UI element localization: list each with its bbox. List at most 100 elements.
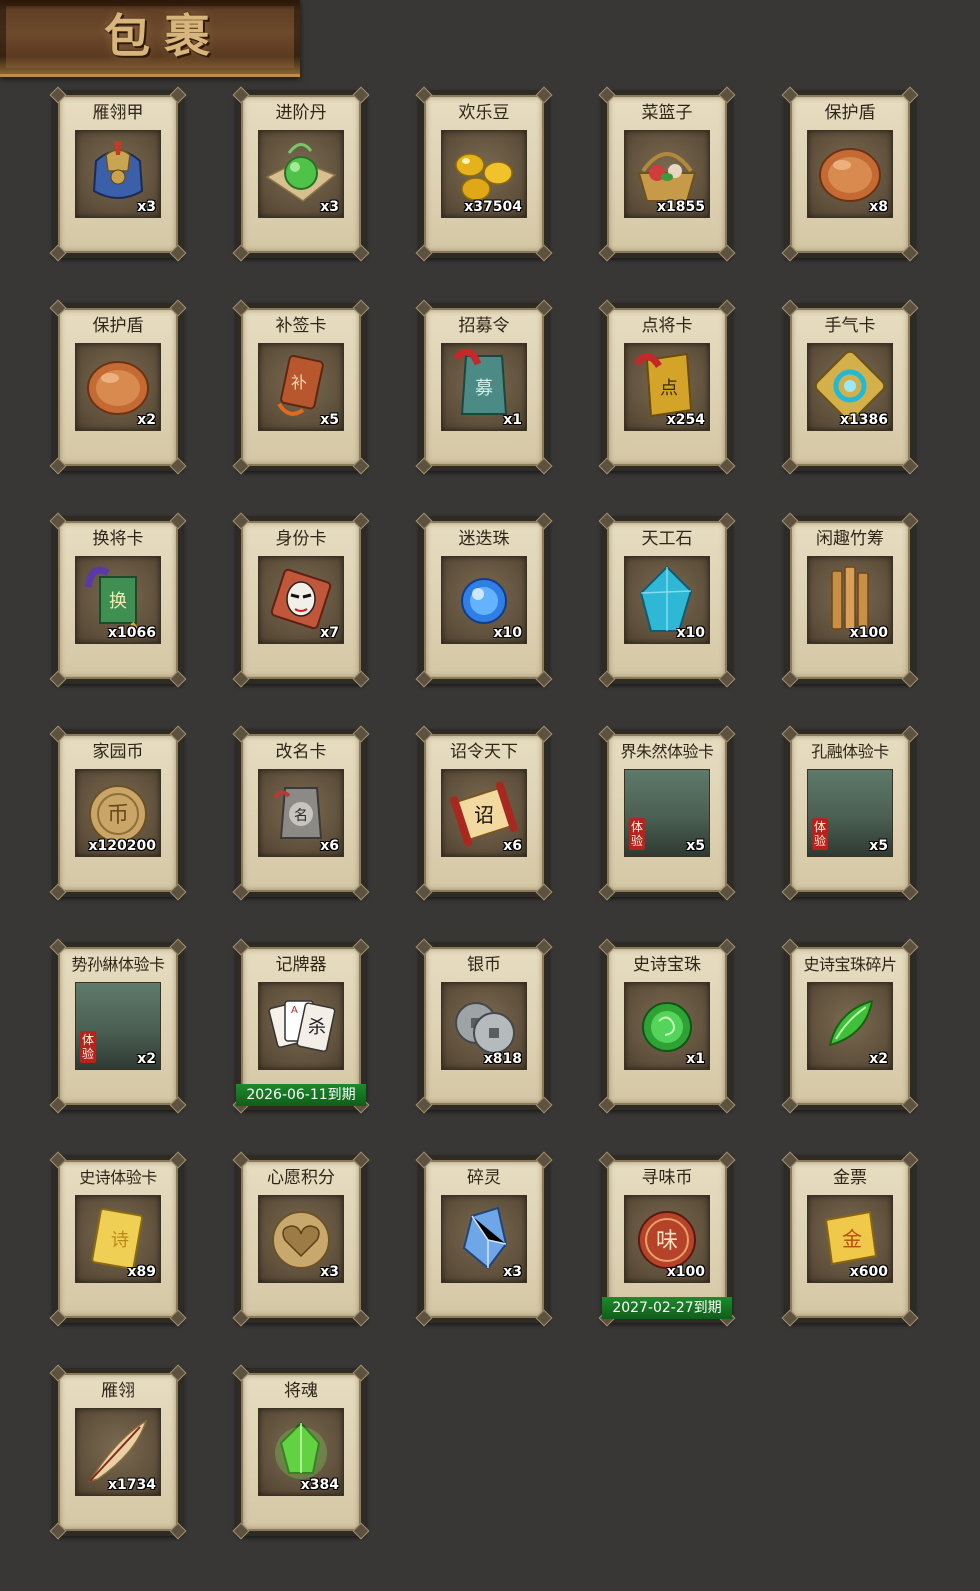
item-name: 将魂 bbox=[284, 1381, 318, 1401]
inventory-item-card[interactable]: 欢乐豆 x37504 bbox=[415, 86, 553, 262]
inventory-item-card[interactable]: 寻味币味 x100 2027-02-27到期 bbox=[598, 1151, 736, 1327]
svg-text:点: 点 bbox=[660, 378, 678, 399]
item-icon-frame: 体验 x5 bbox=[807, 769, 893, 857]
item-name: 诏令天下 bbox=[450, 742, 518, 762]
item-name: 改名卡 bbox=[275, 742, 327, 762]
item-quantity: x254 bbox=[666, 412, 705, 428]
item-quantity: x1066 bbox=[108, 625, 156, 641]
item-quantity: x100 bbox=[666, 1264, 705, 1280]
inventory-item-card[interactable]: 势孙綝体验卡体验 x2 bbox=[49, 938, 187, 1114]
item-quantity: x3 bbox=[320, 199, 339, 215]
inventory-item-card[interactable]: 界朱然体验卡 体验 x5 bbox=[598, 725, 736, 901]
item-icon-frame: x8 bbox=[807, 130, 893, 218]
trial-badge: 体验 bbox=[80, 1031, 96, 1063]
trial-badge: 体验 bbox=[812, 818, 828, 850]
item-quantity: x6 bbox=[320, 838, 339, 854]
item-quantity: x5 bbox=[686, 838, 705, 854]
item-icon-frame: 点 x254 bbox=[624, 343, 710, 431]
item-quantity: x384 bbox=[300, 1477, 339, 1493]
item-icon-frame: x1855 bbox=[624, 130, 710, 218]
item-name: 欢乐豆 bbox=[458, 103, 510, 123]
inventory-item-card[interactable]: 将魂 x384 bbox=[232, 1364, 370, 1540]
item-icon-frame: x1 bbox=[624, 982, 710, 1070]
inventory-item-card[interactable]: 进阶丹 x3 bbox=[232, 86, 370, 262]
item-quantity: x5 bbox=[869, 838, 888, 854]
inventory-item-card[interactable]: 保护盾 x2 bbox=[49, 299, 187, 475]
item-icon-frame: x1734 bbox=[75, 1408, 161, 1496]
svg-text:诗: 诗 bbox=[111, 1230, 129, 1251]
inventory-item-card[interactable]: 换将卡换 x1066 bbox=[49, 512, 187, 688]
item-name: 迷迭珠 bbox=[458, 529, 510, 549]
inventory-item-card[interactable]: 碎灵 x3 bbox=[415, 1151, 553, 1327]
svg-text:名: 名 bbox=[294, 808, 308, 824]
inventory-item-card[interactable]: 诏令天下诏 x6 bbox=[415, 725, 553, 901]
inventory-item-card[interactable]: 家园币币 x120200 bbox=[49, 725, 187, 901]
inventory-item-card[interactable]: 迷迭珠 x10 bbox=[415, 512, 553, 688]
inventory-item-card[interactable]: 孔融体验卡体验 x5 bbox=[781, 725, 919, 901]
page-title: 包裹 bbox=[104, 9, 224, 63]
item-quantity: x7 bbox=[320, 625, 339, 641]
inventory-item-card[interactable]: 点将卡点 x254 bbox=[598, 299, 736, 475]
svg-text:募: 募 bbox=[475, 378, 493, 399]
inventory-item-card[interactable]: 史诗宝珠 x1 bbox=[598, 938, 736, 1114]
item-icon-frame: x100 bbox=[807, 556, 893, 644]
item-quantity: x2 bbox=[137, 412, 156, 428]
svg-text:味: 味 bbox=[656, 1229, 678, 1254]
item-name: 心愿积分 bbox=[267, 1168, 335, 1188]
item-icon-frame: x10 bbox=[441, 556, 527, 644]
expiry-banner: 2026-06-11到期 bbox=[236, 1084, 366, 1106]
item-quantity: x3 bbox=[503, 1264, 522, 1280]
item-icon-frame: x3 bbox=[75, 130, 161, 218]
item-icon-frame: 补 x5 bbox=[258, 343, 344, 431]
inventory-item-card[interactable]: 菜篮子 x1855 bbox=[598, 86, 736, 262]
item-quantity: x10 bbox=[676, 625, 705, 641]
inventory-item-card[interactable]: 银币 x818 bbox=[415, 938, 553, 1114]
svg-text:杀: 杀 bbox=[308, 1017, 326, 1038]
svg-text:A: A bbox=[291, 1005, 298, 1016]
inventory-item-card[interactable]: 保护盾 x8 bbox=[781, 86, 919, 262]
inventory-item-card[interactable]: 身份卡 x7 bbox=[232, 512, 370, 688]
svg-text:补: 补 bbox=[291, 373, 307, 392]
inventory-item-card[interactable]: 金票金 x600 bbox=[781, 1151, 919, 1327]
item-name: 天工石 bbox=[641, 529, 693, 549]
item-quantity: x2 bbox=[137, 1051, 156, 1067]
item-quantity: x6 bbox=[503, 838, 522, 854]
item-quantity: x818 bbox=[483, 1051, 522, 1067]
inventory-item-card[interactable]: 史诗宝珠碎片 x2 bbox=[781, 938, 919, 1114]
inventory-item-card[interactable]: 补签卡补 x5 bbox=[232, 299, 370, 475]
item-name: 史诗宝珠 bbox=[633, 955, 701, 975]
inventory-item-card[interactable]: 记牌器杀 A 2026-06-11到期 bbox=[232, 938, 370, 1114]
item-icon-frame: x7 bbox=[258, 556, 344, 644]
item-name: 补签卡 bbox=[275, 316, 327, 336]
expiry-banner: 2027-02-27到期 bbox=[602, 1297, 732, 1319]
item-name: 雁翎甲 bbox=[92, 103, 144, 123]
item-icon-frame: 体验 x2 bbox=[75, 982, 161, 1070]
inventory-item-card[interactable]: 闲趣竹筹 x100 bbox=[781, 512, 919, 688]
item-name: 手气卡 bbox=[824, 316, 876, 336]
item-icon-frame: 杀A bbox=[258, 982, 344, 1070]
item-icon-frame: x2 bbox=[75, 343, 161, 431]
svg-text:换: 换 bbox=[109, 591, 127, 612]
item-name: 保护盾 bbox=[92, 316, 144, 336]
item-name: 碎灵 bbox=[467, 1168, 501, 1188]
item-quantity: x2 bbox=[869, 1051, 888, 1067]
item-icon-frame: x3 bbox=[258, 130, 344, 218]
inventory-item-card[interactable]: 心愿积分 x3 bbox=[232, 1151, 370, 1327]
item-icon-frame: x10 bbox=[624, 556, 710, 644]
item-name: 点将卡 bbox=[641, 316, 693, 336]
inventory-item-card[interactable]: 招募令募 x1 bbox=[415, 299, 553, 475]
item-name: 势孙綝体验卡 bbox=[71, 955, 165, 974]
item-icon-frame: 金 x600 bbox=[807, 1195, 893, 1283]
item-name: 史诗体验卡 bbox=[79, 1168, 157, 1187]
item-name: 孔融体验卡 bbox=[811, 742, 889, 761]
item-name: 换将卡 bbox=[92, 529, 144, 549]
inventory-item-card[interactable]: 天工石 x10 bbox=[598, 512, 736, 688]
inventory-item-card[interactable]: 雁翎 x1734 bbox=[49, 1364, 187, 1540]
inventory-item-card[interactable]: 史诗体验卡诗 x89 bbox=[49, 1151, 187, 1327]
item-icon-frame: x818 bbox=[441, 982, 527, 1070]
inventory-item-card[interactable]: 手气卡 x1386 bbox=[781, 299, 919, 475]
inventory-item-card[interactable]: 改名卡名 x6 bbox=[232, 725, 370, 901]
svg-text:诏: 诏 bbox=[474, 803, 494, 827]
item-quantity: x120200 bbox=[88, 838, 156, 854]
inventory-item-card[interactable]: 雁翎甲 x3 bbox=[49, 86, 187, 262]
